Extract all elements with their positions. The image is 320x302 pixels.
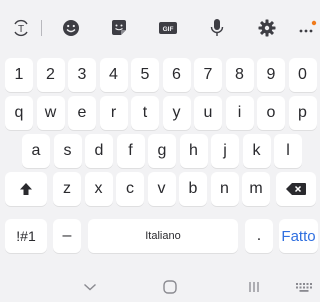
key-3[interactable]: 3 xyxy=(68,58,96,92)
key-q[interactable]: q xyxy=(5,96,33,130)
key-z[interactable]: z xyxy=(53,172,81,206)
key-t[interactable]: t xyxy=(131,96,159,130)
chevron-down-icon[interactable] xyxy=(78,278,102,296)
navigation-bar xyxy=(0,270,320,302)
done-key[interactable]: Fatto xyxy=(279,219,318,253)
key-a[interactable]: a xyxy=(22,134,50,168)
key-0[interactable]: 0 xyxy=(288,58,317,92)
key-2[interactable]: 2 xyxy=(36,58,65,92)
keyboard-icon[interactable] xyxy=(292,278,316,296)
translate-icon[interactable]: T xyxy=(10,18,32,38)
shift-icon xyxy=(20,183,32,195)
mic-icon[interactable] xyxy=(206,18,228,38)
key-c[interactable]: c xyxy=(116,172,144,206)
key-w[interactable]: w xyxy=(36,96,65,130)
key-8[interactable]: 8 xyxy=(225,58,254,92)
key-o[interactable]: o xyxy=(257,96,285,130)
home-icon[interactable] xyxy=(158,278,182,296)
key-d[interactable]: d xyxy=(85,134,113,168)
gif-icon[interactable]: GIF xyxy=(157,18,179,38)
key-i[interactable]: i xyxy=(225,96,254,130)
key-h[interactable]: h xyxy=(179,134,208,168)
symbols-key[interactable]: !#1 xyxy=(5,219,47,253)
backspace-key[interactable] xyxy=(276,172,316,206)
key-r[interactable]: r xyxy=(99,96,128,130)
key-7[interactable]: 7 xyxy=(194,58,222,92)
key-x[interactable]: x xyxy=(84,172,113,206)
key-k[interactable]: k xyxy=(242,134,271,168)
period-key[interactable]: . xyxy=(245,219,273,253)
sticker-icon[interactable] xyxy=(108,18,130,38)
key-s[interactable]: s xyxy=(53,134,82,168)
emoji-icon[interactable] xyxy=(60,18,82,38)
key-l[interactable]: l xyxy=(274,134,302,168)
more-icon[interactable] xyxy=(296,18,318,38)
key-1[interactable]: 1 xyxy=(5,58,33,92)
dash-key[interactable]: – xyxy=(53,219,81,253)
key-9[interactable]: 9 xyxy=(257,58,285,92)
key-5[interactable]: 5 xyxy=(131,58,159,92)
recents-icon[interactable] xyxy=(242,278,266,296)
key-m[interactable]: m xyxy=(242,172,270,206)
svg-text:GIF: GIF xyxy=(163,26,174,33)
key-g[interactable]: g xyxy=(148,134,176,168)
space-bar[interactable]: Italiano xyxy=(88,219,238,253)
key-j[interactable]: j xyxy=(211,134,239,168)
keyboard-toolbar: T GIF xyxy=(0,0,320,52)
shift-key[interactable] xyxy=(5,172,47,206)
key-f[interactable]: f xyxy=(116,134,145,168)
svg-text:T: T xyxy=(18,24,24,35)
notification-dot-icon xyxy=(311,20,317,26)
toolbar-divider xyxy=(41,20,42,36)
key-v[interactable]: v xyxy=(147,172,176,206)
key-e[interactable]: e xyxy=(68,96,96,130)
key-b[interactable]: b xyxy=(179,172,207,206)
gear-icon[interactable] xyxy=(256,18,278,38)
backspace-icon xyxy=(286,183,306,195)
key-4[interactable]: 4 xyxy=(99,58,128,92)
key-6[interactable]: 6 xyxy=(162,58,191,92)
key-n[interactable]: n xyxy=(210,172,239,206)
key-y[interactable]: y xyxy=(162,96,191,130)
key-u[interactable]: u xyxy=(194,96,222,130)
key-p[interactable]: p xyxy=(288,96,317,130)
